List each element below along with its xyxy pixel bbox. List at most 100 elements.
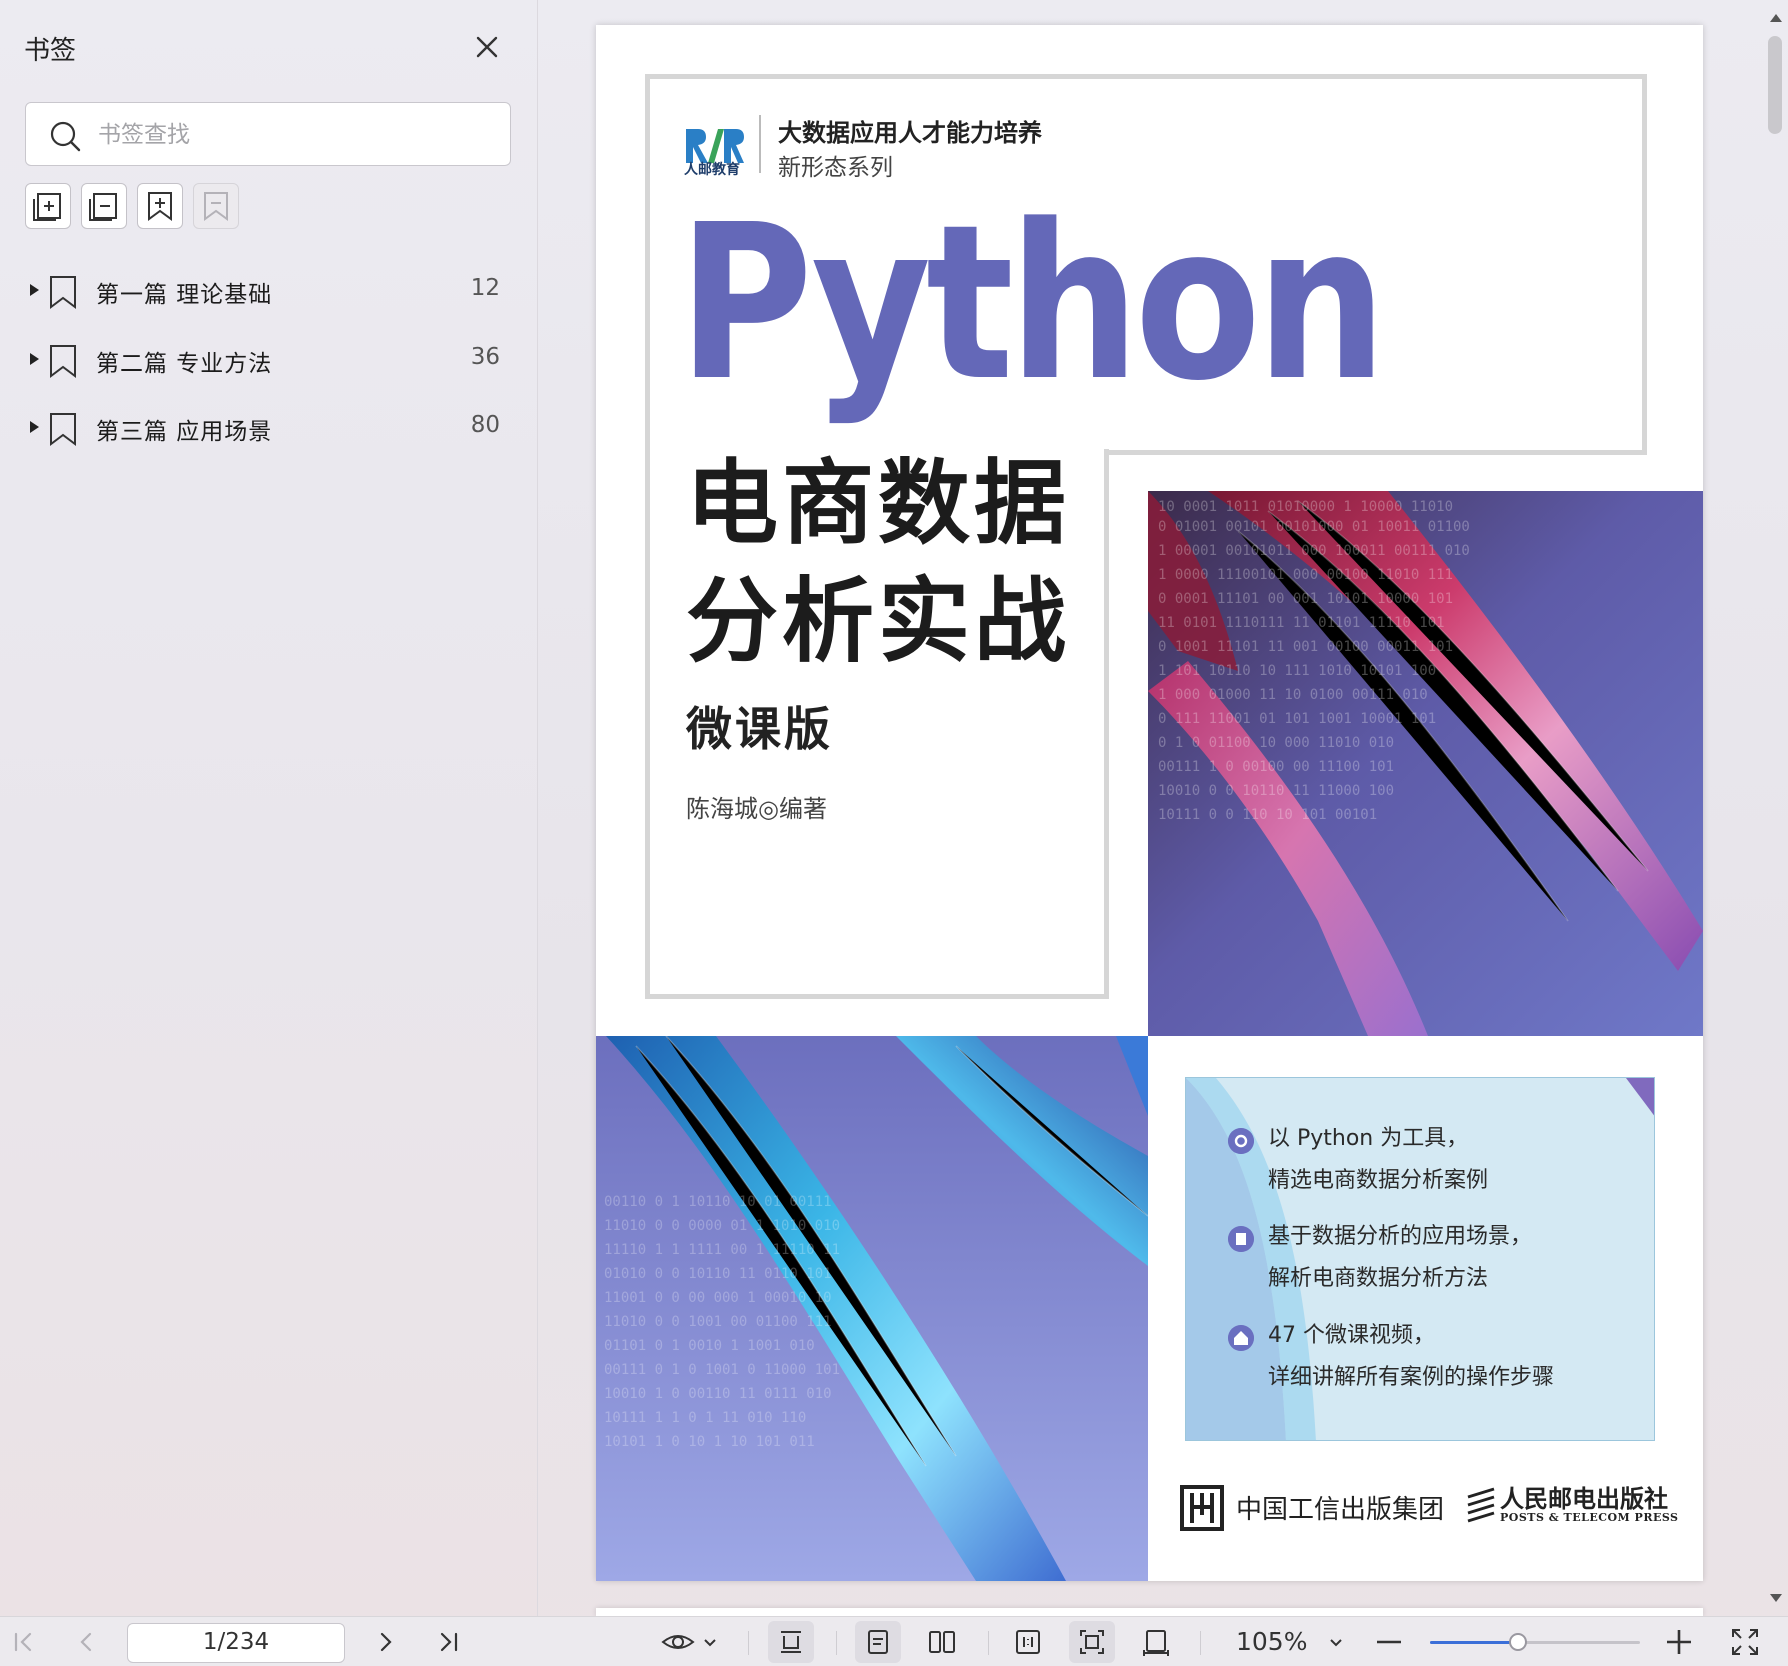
feature-item: 47 个微课视频， 详细讲解所有案例的操作步骤	[1228, 1315, 1554, 1399]
zoom-slider[interactable]	[1430, 1641, 1640, 1644]
fit-page-icon[interactable]	[1076, 1626, 1108, 1658]
svg-text:0 1 0 01100 10 000 11010 010: 0 1 0 01100 10 000 11010 010	[1158, 735, 1394, 751]
svg-text:10010 0 0 10110 11 11000 100: 10010 0 0 10110 11 11000 100	[1158, 783, 1394, 799]
feature-line: 详细讲解所有案例的操作步骤	[1268, 1365, 1555, 1390]
toolbar-divider	[1200, 1631, 1201, 1655]
svg-text:0 01001 00101 00101000 01 100: 0 01001 00101 00101000 01 10011 01100	[1158, 519, 1470, 535]
search-icon	[50, 121, 81, 152]
delete-bookmark-button[interactable]	[193, 183, 239, 229]
cover-artwork-bottom: 00110 0 1 10110 10 01 00111 11010 0 0 00…	[596, 1036, 1148, 1581]
gear-icon	[1228, 1128, 1254, 1154]
continuous-scroll-icon[interactable]	[775, 1626, 807, 1658]
bookmark-sidebar: 书签 书签查找 第一篇 理论基础 12 第二篇 专业方法 36 第三篇 应用场景…	[0, 0, 538, 1616]
bookmark-search-box[interactable]	[25, 102, 511, 166]
vertical-scrollbar[interactable]	[1762, 0, 1788, 1616]
title-line-1: 电商数据	[686, 450, 1071, 557]
svg-text:1 0000 11100101 000 00100 1101: 1 0000 11100101 000 00100 11010 111	[1158, 567, 1453, 583]
svg-text:01101 0 1 0010 1 1001 010: 01101 0 1 0010 1 1001 010	[604, 1338, 815, 1354]
svg-text:10111 0 0 110 10 101 00101: 10111 0 0 110 10 101 00101	[1158, 807, 1377, 823]
bookmark-label: 第二篇 专业方法	[96, 351, 273, 377]
sidebar-title: 书签	[24, 36, 77, 66]
zoom-slider-handle[interactable]	[1509, 1633, 1528, 1651]
svg-text:00111 0 1 0 1001 0 11000 101: 00111 0 1 0 1001 0 11000 101	[604, 1362, 840, 1378]
toolbar-divider	[988, 1631, 989, 1655]
close-icon[interactable]	[470, 30, 504, 64]
chevron-down-icon[interactable]	[700, 1626, 720, 1658]
series-divider	[759, 115, 761, 173]
toolbar-divider	[836, 1631, 837, 1655]
bookmark-item[interactable]: 第二篇 专业方法 36	[0, 331, 538, 391]
add-bookmark-icon	[148, 192, 172, 221]
edition-label: 微课版	[686, 702, 833, 756]
svg-text:11010 0 0 1001 00 01100 111: 11010 0 0 1001 00 01100 111	[604, 1314, 832, 1330]
title-line-2: 分析实战	[686, 568, 1071, 675]
feature-line: 基于数据分析的应用场景，	[1268, 1224, 1533, 1249]
svg-text:11010 0 0 0000 01 1 1010 0: 11010 0 0 0000 01 1 1010 010	[604, 1218, 840, 1234]
previous-page-icon[interactable]	[70, 1626, 102, 1658]
bookmark-item[interactable]: 第三篇 应用场景 80	[0, 399, 538, 459]
delete-bookmark-icon	[204, 192, 228, 221]
bookmark-item[interactable]: 第一篇 理论基础 12	[0, 262, 538, 322]
expand-arrow-icon[interactable]	[30, 421, 39, 433]
book-title-chinese: 电商数据 分析实战	[686, 445, 1070, 681]
collapse-all-button[interactable]	[81, 183, 127, 229]
svg-text:10111 1 1 0 1 11 010 110: 10111 1 1 0 1 11 010 110	[604, 1410, 806, 1426]
expand-arrow-icon[interactable]	[30, 284, 39, 296]
feature-line: 47 个微课视频，	[1268, 1323, 1435, 1348]
bookmark-icon	[50, 413, 76, 446]
scroll-up-icon[interactable]	[1770, 14, 1782, 22]
zoom-out-icon[interactable]	[1373, 1626, 1405, 1658]
feature-line: 解析电商数据分析方法	[1268, 1266, 1489, 1291]
bookmark-icon	[50, 345, 76, 378]
series-name: 大数据应用人才能力培养	[778, 119, 1042, 147]
publisher-name: 人民邮电出版社	[1500, 1484, 1668, 1513]
feature-line: 以 Python 为工具，	[1268, 1126, 1469, 1151]
publisher-name-english: POSTS & TELECOM PRESS	[1500, 1511, 1679, 1524]
feature-highlight-box: 以 Python 为工具， 精选电商数据分析案例 基于数据分析的应用场景， 解析…	[1185, 1077, 1655, 1441]
zoom-in-icon[interactable]	[1663, 1626, 1695, 1658]
page-number-input[interactable]: 1/234	[127, 1623, 345, 1663]
publisher-group-logo-icon	[1180, 1485, 1224, 1531]
feature-item: 基于数据分析的应用场景， 解析电商数据分析方法	[1228, 1216, 1532, 1300]
add-bookmark-button[interactable]	[137, 183, 183, 229]
logo-text: 人邮教育	[684, 162, 740, 178]
svg-text:00110 0 1 10110 10 01 0011: 00110 0 1 10110 10 01 00111	[604, 1194, 832, 1210]
bottom-toolbar: 1/234 105%	[0, 1616, 1788, 1666]
zoom-dropdown-icon[interactable]	[1325, 1626, 1347, 1658]
feature-item: 以 Python 为工具， 精选电商数据分析案例	[1228, 1118, 1488, 1202]
cover-artwork-top: 10 0001 1011 01010000 1 10000 11010 0 01…	[1148, 491, 1703, 1036]
view-mode-eye-icon[interactable]	[660, 1626, 696, 1658]
scrollbar-thumb[interactable]	[1768, 36, 1782, 134]
bookmark-search-input[interactable]	[98, 115, 498, 155]
actual-size-icon[interactable]	[1012, 1626, 1044, 1658]
fit-width-icon[interactable]	[1140, 1626, 1172, 1658]
expand-all-button[interactable]	[25, 183, 71, 229]
bookmark-label: 第三篇 应用场景	[96, 419, 273, 445]
svg-text:01010 0 0 10110 11 0110 10: 01010 0 0 10110 11 0110 101	[604, 1266, 832, 1282]
bookmark-page-number: 80	[470, 412, 500, 438]
single-page-icon[interactable]	[862, 1626, 894, 1658]
svg-text:10101 1 0 10 1 10 101 011: 10101 1 0 10 1 10 101 011	[604, 1434, 815, 1450]
svg-text:1 00001 00101011 000 100011 0: 1 00001 00101011 000 100011 00111 010	[1158, 543, 1470, 559]
bookmark-page-number: 36	[470, 344, 500, 370]
expand-arrow-icon[interactable]	[30, 353, 39, 365]
next-page-icon[interactable]	[370, 1626, 402, 1658]
zoom-slider-fill	[1430, 1641, 1519, 1644]
pdf-page: 人邮教育 大数据应用人才能力培养 新形态系列 Python 电商数据 分析实战 …	[596, 25, 1703, 1581]
fullscreen-icon[interactable]	[1729, 1626, 1761, 1658]
zoom-level[interactable]: 105%	[1236, 1627, 1307, 1656]
last-page-icon[interactable]	[432, 1626, 464, 1658]
publisher-logo-icon	[1467, 1487, 1495, 1523]
cover-frame-divider	[1104, 450, 1647, 455]
book-title-english: Python	[678, 179, 1387, 428]
series-subtitle: 新形态系列	[778, 155, 893, 181]
svg-text:11110 1 1 1111 00 1 11110: 11110 1 1 1111 00 1 11110 11	[604, 1242, 840, 1258]
svg-text:11001 0 0 00 000 1 00010 10: 11001 0 0 00 000 1 00010 10	[604, 1290, 832, 1306]
expand-all-icon	[33, 193, 61, 221]
scroll-down-icon[interactable]	[1770, 1594, 1782, 1602]
svg-text:0 111 11001 01 101 1001 10001: 0 111 11001 01 101 1001 10001 101	[1158, 711, 1436, 727]
two-page-icon[interactable]	[926, 1626, 958, 1658]
first-page-icon[interactable]	[8, 1626, 40, 1658]
bookmark-label: 第一篇 理论基础	[96, 282, 273, 308]
book-icon	[1228, 1226, 1254, 1252]
